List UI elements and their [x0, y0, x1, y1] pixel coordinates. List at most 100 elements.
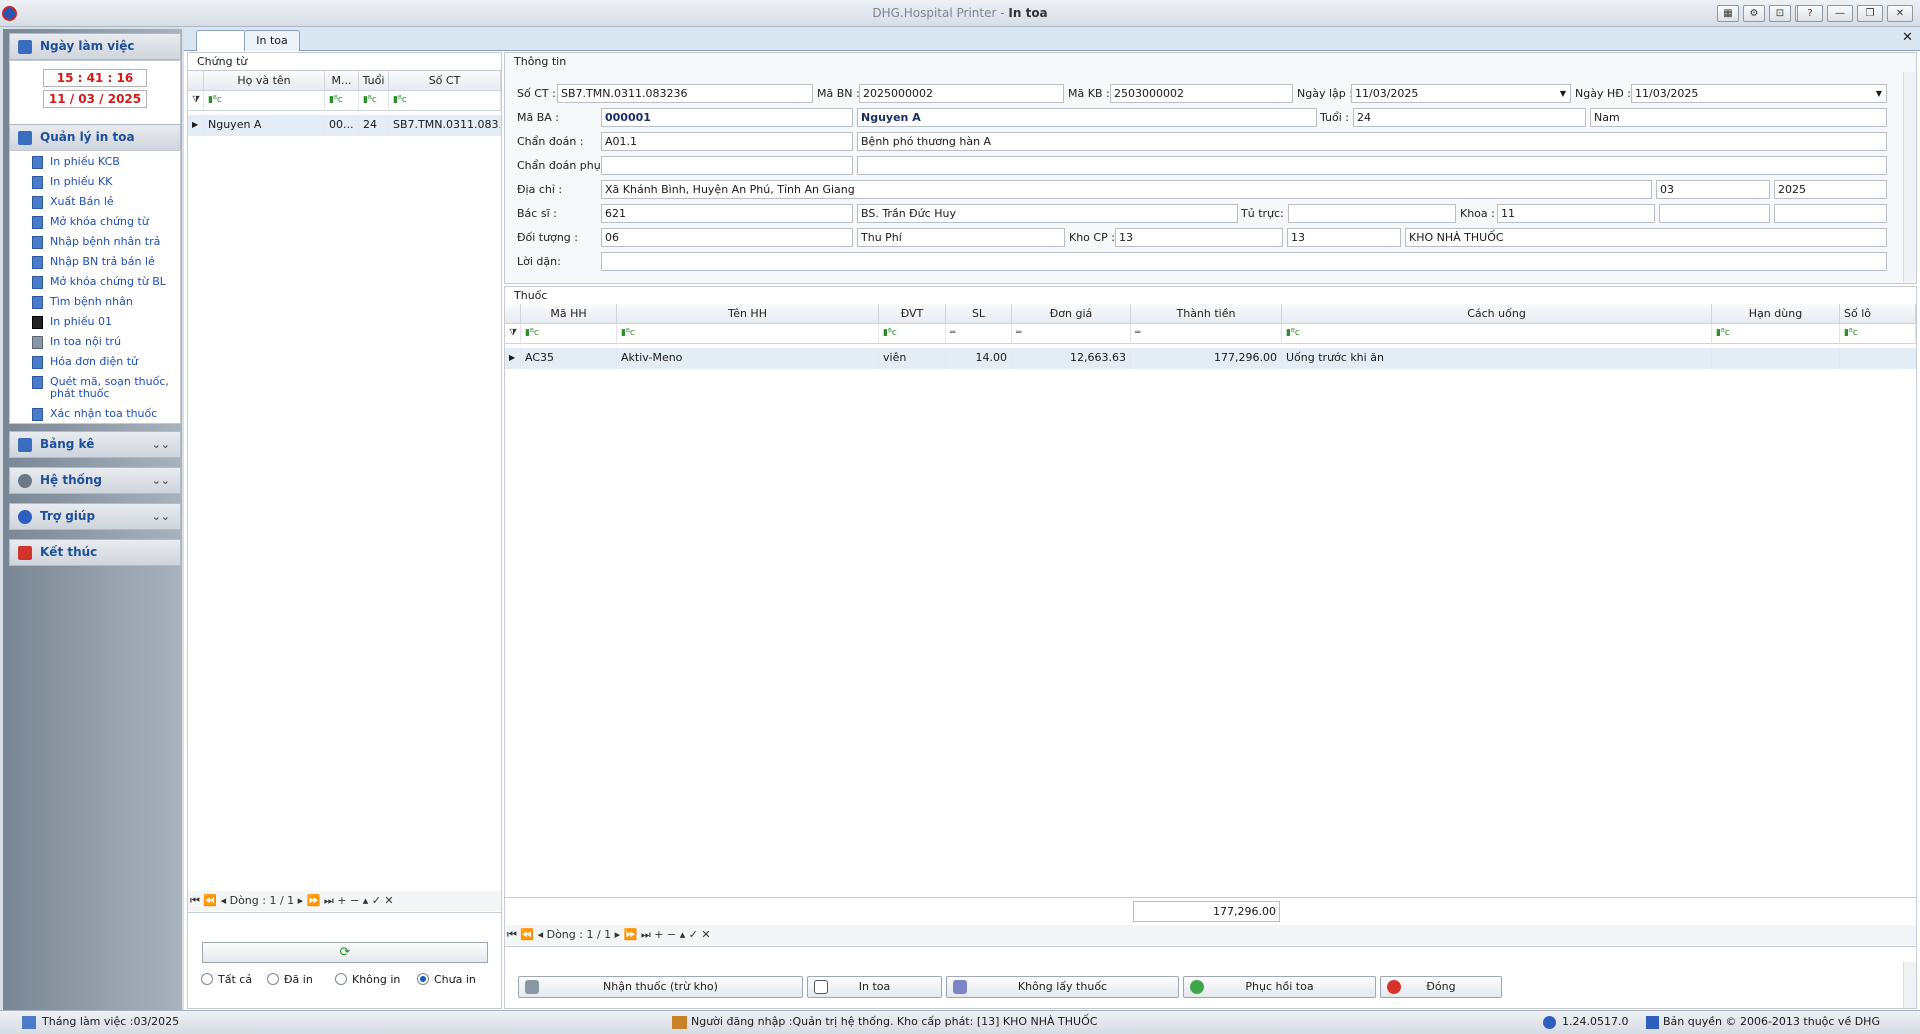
col-header-sl[interactable]: SL	[946, 304, 1012, 324]
nhan-thuoc-button[interactable]: Nhận thuốc (trừ kho)	[518, 976, 803, 998]
filter-ma-hh[interactable]: ▮ᴮc	[521, 324, 617, 344]
doi-tuong-ten-field[interactable]: Thu Phí	[857, 228, 1065, 247]
col-header-ten-hh[interactable]: Tên HH	[617, 304, 879, 324]
ket-thuc-header[interactable]: Kết thúc	[9, 539, 181, 566]
thang-field[interactable]: 03	[1656, 180, 1770, 199]
gioi-tinh-field[interactable]: Nam	[1590, 108, 1887, 127]
khoa-extra-1[interactable]	[1659, 204, 1770, 223]
ma-bn-field[interactable]: 2025000002	[859, 84, 1064, 103]
col-header-dvt[interactable]: ĐVT	[879, 304, 946, 324]
tuoi-field[interactable]: 24	[1353, 108, 1586, 127]
bac-si-ten-field[interactable]: BS. Trần Đức Huy	[857, 204, 1238, 223]
toolbar-icon-2[interactable]: ⚙	[1743, 5, 1765, 22]
minimize-button[interactable]: —	[1827, 5, 1853, 22]
print-mgmt-header[interactable]: Quản lý in toa	[9, 124, 181, 151]
window-question-button[interactable]: ?	[1797, 5, 1823, 22]
drugs-nav-bar[interactable]: ⏮ ⏪ ◂ Dòng : 1 / 1 ▸ ⏩ ⏭ + − ▴ ✓ ✕	[505, 925, 1916, 945]
filter-ten-hh[interactable]: ▮ᴮc	[617, 324, 879, 344]
nav-in-toa-noi-tru[interactable]: In toa nội trú	[10, 333, 182, 352]
ngay-lap-field[interactable]: 11/03/2025 ▼	[1351, 84, 1571, 103]
filter-cach-uong[interactable]: ▮ᴮc	[1282, 324, 1712, 344]
tab-blank[interactable]	[196, 30, 246, 51]
col-header-han-dung[interactable]: Hạn dùng	[1712, 304, 1840, 324]
info-scrollbar[interactable]	[1903, 72, 1916, 282]
toolbar-icon-1[interactable]: ▦	[1717, 5, 1739, 22]
radio-da-in[interactable]: Đã in	[267, 973, 313, 987]
filter-dvt[interactable]: ▮ᴮc	[879, 324, 946, 344]
nav-in-phieu-kcb[interactable]: In phiếu KCB	[10, 153, 182, 172]
doi-tuong-ma-field[interactable]: 06	[601, 228, 853, 247]
nav-xac-nhan-toa-thuoc[interactable]: Xác nhận toa thuốc	[10, 405, 182, 424]
khoa-extra-2[interactable]	[1774, 204, 1887, 223]
nam-field[interactable]: 2025	[1774, 180, 1887, 199]
refresh-button[interactable]: ⟳	[202, 942, 488, 963]
bac-si-ma-field[interactable]: 621	[601, 204, 853, 223]
table-row[interactable]: ▶ Nguyen A 00... 24 SB7.TMN.0311.083...	[188, 115, 501, 136]
ma-ba-field[interactable]: 000001	[601, 108, 853, 127]
vouchers-nav-bar[interactable]: ⏮ ⏪ ◂ Dòng : 1 / 1 ▸ ⏩ ⏭ + − ▴ ✓ ✕	[188, 891, 501, 911]
filter-don-gia[interactable]: ═	[1012, 324, 1131, 344]
filter-thanh-tien[interactable]: ═	[1131, 324, 1282, 344]
radio-khong-in[interactable]: Không in	[335, 973, 400, 987]
filter-han-dung[interactable]: ▮ᴮc	[1712, 324, 1840, 344]
tu-truc-field[interactable]	[1288, 204, 1456, 223]
table-row[interactable]: ▶ AC35 Aktiv-Meno viên 14.00 12,663.63 1…	[505, 348, 1916, 369]
ngay-hd-field[interactable]: 11/03/2025 ▼	[1631, 84, 1887, 103]
col-header-ma-hh[interactable]: Mã HH	[521, 304, 617, 324]
filter-sl[interactable]: ═	[946, 324, 1012, 344]
filter-so-ct[interactable]: ▮ᴮc	[389, 91, 501, 111]
chan-doan-phu-ten-field[interactable]	[857, 156, 1887, 175]
tab-in-toa[interactable]: In toa	[244, 30, 300, 51]
col-header-cach-uong[interactable]: Cách uống	[1282, 304, 1712, 324]
kho-cp-field-2[interactable]: 13	[1287, 228, 1401, 247]
close-tab-icon[interactable]: ✕	[1902, 30, 1913, 45]
nav-nhap-bn-tra-ban-le[interactable]: Nhập BN trả bán lẻ	[10, 253, 182, 272]
phuc-hoi-toa-button[interactable]: Phục hồi toa	[1183, 976, 1376, 998]
khoa-field[interactable]: 11	[1497, 204, 1655, 223]
chan-doan-ma-field[interactable]: A01.1	[601, 132, 853, 151]
ma-kb-field[interactable]: 2503000002	[1110, 84, 1293, 103]
radio-chua-in[interactable]: Chưa in	[417, 973, 476, 987]
ho-ten-field[interactable]: Nguyen A	[857, 108, 1317, 127]
so-ct-field[interactable]: SB7.TMN.0311.083236	[557, 84, 813, 103]
filter-so-lo[interactable]: ▮ᴮc	[1840, 324, 1916, 344]
nav-mo-khoa-chung-tu-bl[interactable]: Mở khóa chứng từ BL	[10, 273, 182, 292]
kho-cp-field-1[interactable]: 13	[1115, 228, 1283, 247]
nav-tim-benh-nhan[interactable]: Tìm bệnh nhân	[10, 293, 182, 312]
col-header-ho-ten[interactable]: Họ và tên	[204, 71, 325, 91]
filter-tuoi[interactable]: ▮ᴮc	[359, 91, 389, 111]
nav-in-phieu-kk[interactable]: In phiếu KK	[10, 173, 182, 192]
restore-button[interactable]: ❐	[1857, 5, 1883, 22]
tro-giup-header[interactable]: Trợ giúp ⌄⌄	[9, 503, 181, 530]
radio-tat-ca[interactable]: Tất cả	[201, 973, 252, 987]
chan-doan-ten-field[interactable]: Bệnh phó thương hàn A	[857, 132, 1887, 151]
kho-cp-ten-field[interactable]: KHO NHÀ THUỐC	[1405, 228, 1887, 247]
close-window-button[interactable]: ✕	[1887, 5, 1913, 22]
khong-lay-thuoc-button[interactable]: Không lấy thuốc	[946, 976, 1179, 998]
col-header-m[interactable]: M...	[325, 71, 359, 91]
he-thong-header[interactable]: Hệ thống ⌄⌄	[9, 467, 181, 494]
working-day-header[interactable]: Ngày làm việc	[9, 33, 181, 60]
nav-mo-khoa-chung-tu[interactable]: Mở khóa chứng từ	[10, 213, 182, 232]
nav-hoa-don-dien-tu[interactable]: Hóa đơn điện tử	[10, 353, 182, 372]
nav-xuat-ban-le[interactable]: Xuất Bán lẻ	[10, 193, 182, 212]
nav-quet-ma[interactable]: Quét mã, soạn thuốc, phát thuốc	[10, 373, 182, 405]
col-header-so-lo[interactable]: Số lô	[1840, 304, 1916, 324]
row-so-lo	[1840, 348, 1916, 369]
nav-in-phieu-01[interactable]: In phiếu 01	[10, 313, 182, 332]
in-toa-button[interactable]: In toa	[807, 976, 942, 998]
nav-nhap-benh-nhan-tra[interactable]: Nhập bệnh nhân trả	[10, 233, 182, 252]
loi-dan-field[interactable]	[601, 252, 1887, 271]
dia-chi-field[interactable]: Xã Khánh Bình, Huyện An Phú, Tỉnh An Gia…	[601, 180, 1652, 199]
col-header-don-gia[interactable]: Đơn giá	[1012, 304, 1131, 324]
buttons-scrollbar[interactable]	[1903, 962, 1916, 1008]
col-header-tuoi[interactable]: Tuổi	[359, 71, 389, 91]
col-header-so-ct[interactable]: Số CT	[389, 71, 501, 91]
toolbar-icon-3[interactable]: ⊡	[1769, 5, 1791, 22]
chan-doan-phu-ma-field[interactable]	[601, 156, 853, 175]
col-header-thanh-tien[interactable]: Thành tiền	[1131, 304, 1282, 324]
filter-ho-ten[interactable]: ▮ᴮc	[204, 91, 325, 111]
bang-ke-header[interactable]: Bảng kê ⌄⌄	[9, 431, 181, 458]
dong-button[interactable]: Đóng	[1380, 976, 1502, 998]
filter-m[interactable]: ▮ᴮc	[325, 91, 359, 111]
